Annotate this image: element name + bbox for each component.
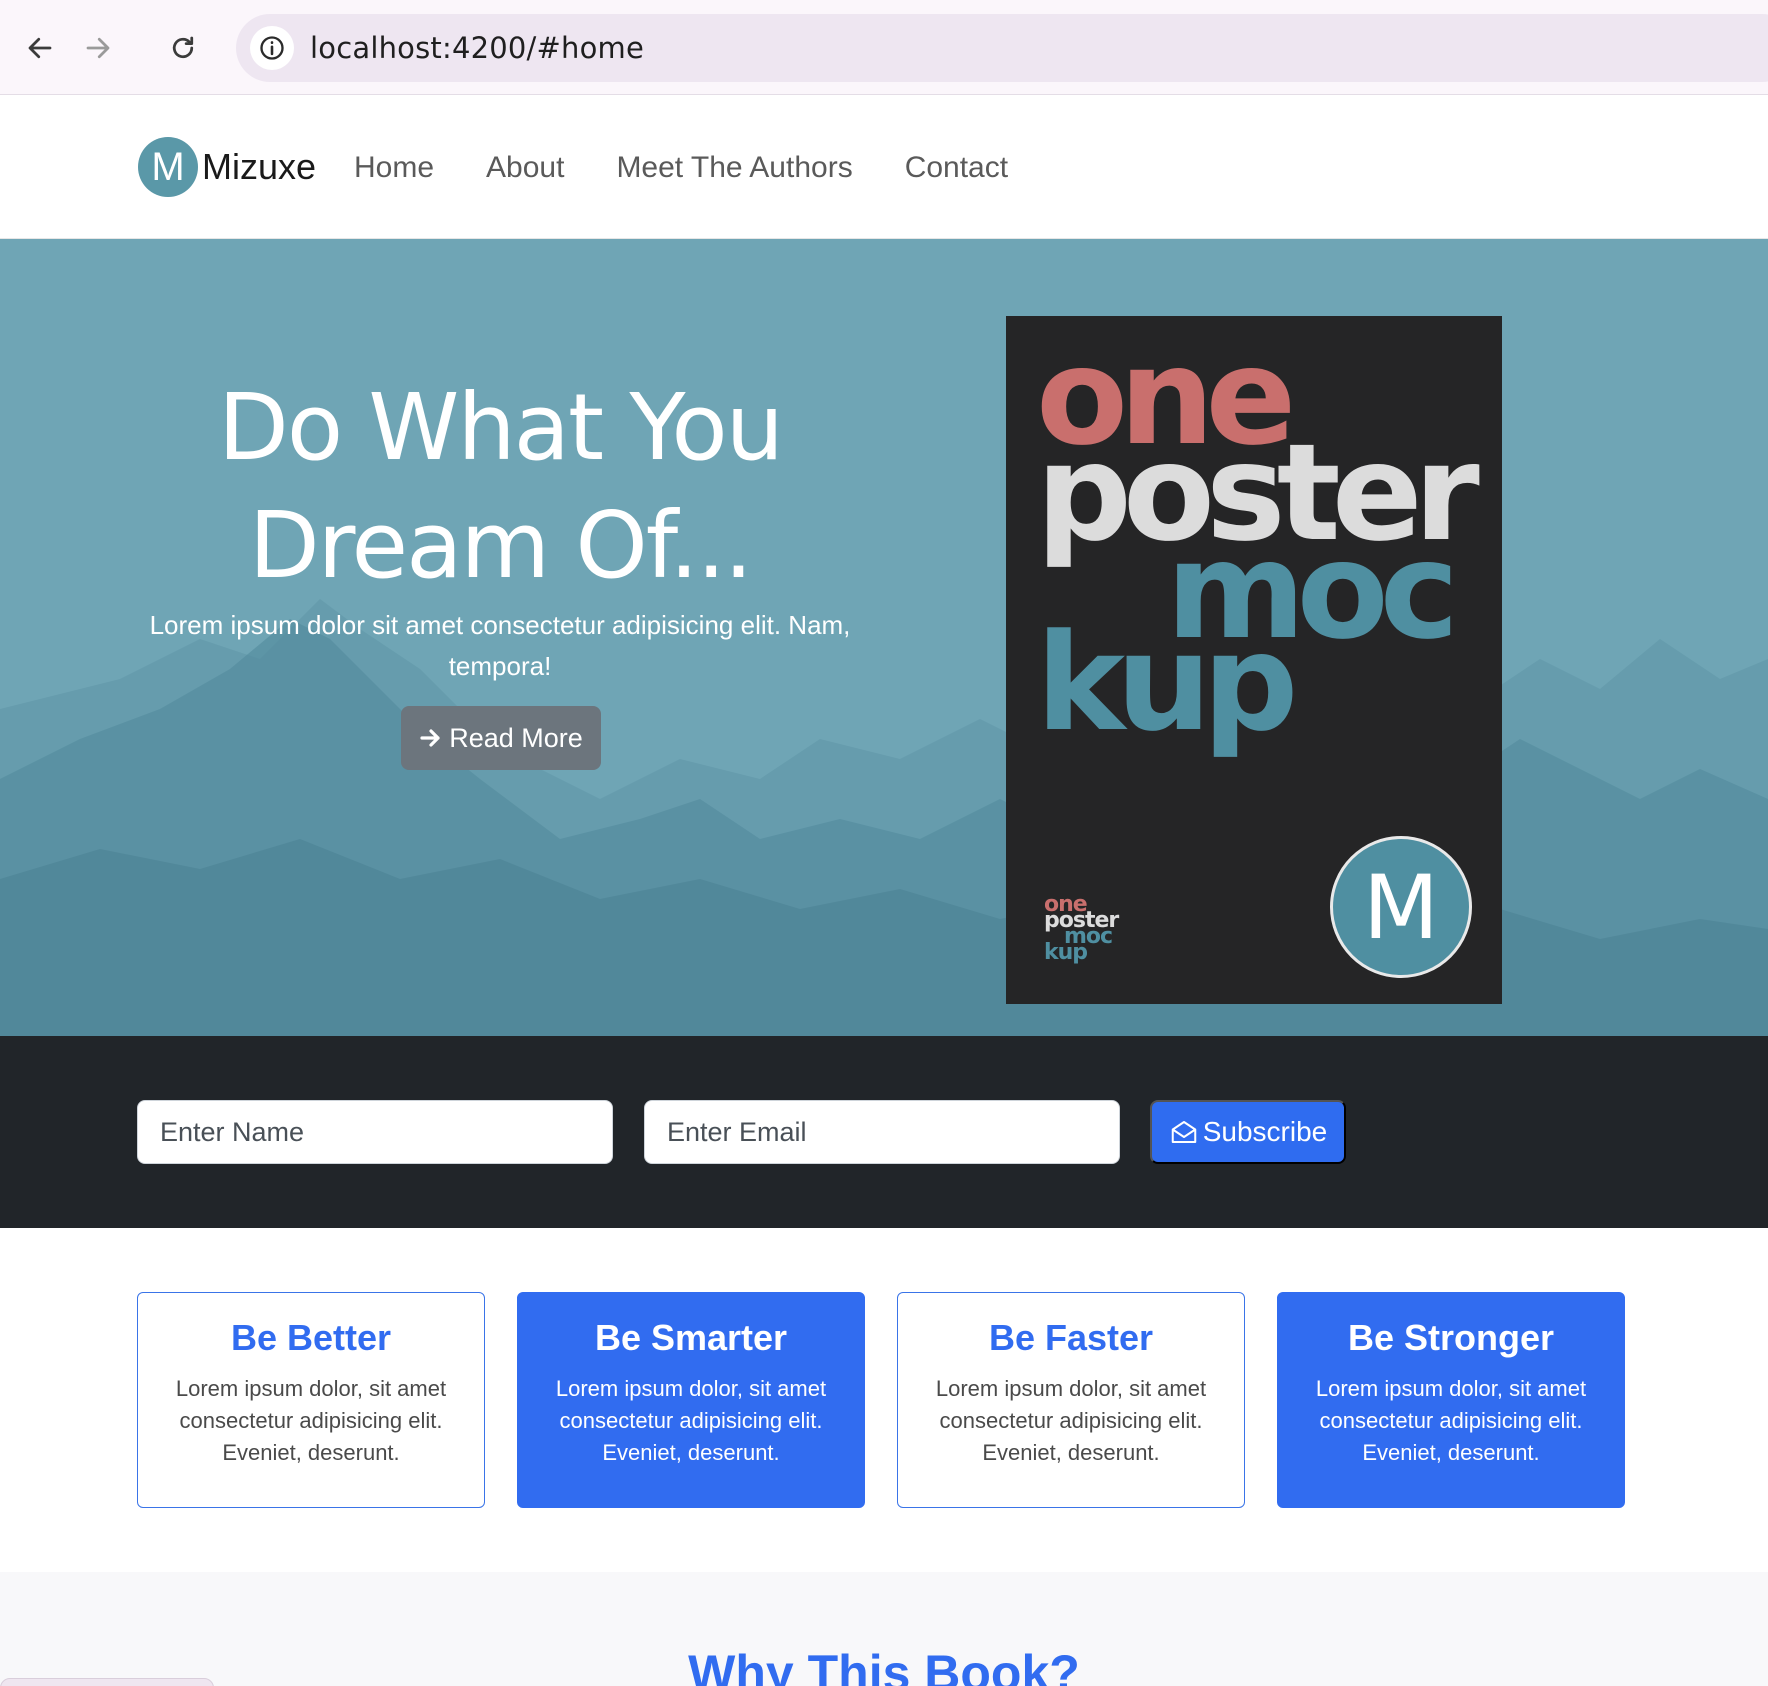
card-text: Lorem ipsum dolor, sit amet consectetur … xyxy=(555,1376,827,1465)
subscribe-button[interactable]: Subscribe xyxy=(1150,1100,1346,1164)
book-poster: one poster moc kup one poster moc kup M xyxy=(1006,316,1502,1004)
name-input[interactable]: Enter Name xyxy=(137,1100,613,1164)
nav-links: Home About Meet The Authors Contact xyxy=(354,151,1060,185)
nav-link-authors[interactable]: Meet The Authors xyxy=(616,151,852,185)
hero-title-line2: Dream Of... xyxy=(248,492,753,599)
hero-subtitle: Lorem ipsum dolor sit amet consectetur a… xyxy=(149,610,851,681)
read-more-label: Read More xyxy=(449,722,583,753)
card-title: Be Smarter xyxy=(594,1317,788,1358)
envelope-open-icon xyxy=(1171,1121,1196,1143)
poster-mini-kup: kup xyxy=(1044,940,1088,965)
info-icon xyxy=(260,36,284,60)
card-title: Be Stronger xyxy=(1347,1317,1555,1358)
nav-link-home[interactable]: Home xyxy=(354,151,434,185)
reload-button[interactable] xyxy=(161,26,205,70)
corner-tab[interactable] xyxy=(0,1678,214,1686)
why-section: Why This Book? xyxy=(0,1572,1768,1686)
subscribe-label: Subscribe xyxy=(1202,1116,1328,1147)
read-more-button[interactable]: Read More xyxy=(401,706,601,770)
arrow-right-icon xyxy=(420,729,440,747)
browser-toolbar: localhost:4200/#home xyxy=(0,0,1768,95)
hero-title-line1: Do What You xyxy=(218,374,784,481)
poster-logo-icon: M xyxy=(1330,836,1472,978)
brand-link[interactable]: M Mizuxe xyxy=(138,137,316,197)
nav-link-contact[interactable]: Contact xyxy=(905,151,1008,185)
feature-card-faster: Be Faster Lorem ipsum dolor, sit amet co… xyxy=(897,1292,1245,1508)
card-title: Be Faster xyxy=(988,1317,1154,1358)
poster-word-kup: kup xyxy=(1036,605,1298,761)
card-text: Lorem ipsum dolor, sit amet consectetur … xyxy=(175,1376,447,1465)
card-title: Be Better xyxy=(230,1317,392,1358)
hero-section: Do What You Dream Of... Lorem ipsum dolo… xyxy=(0,239,1768,1036)
why-title: Why This Book? xyxy=(688,1645,1080,1686)
address-bar[interactable]: localhost:4200/#home xyxy=(236,14,1768,82)
reload-icon xyxy=(172,36,194,59)
brand-logo-icon: M xyxy=(138,137,198,197)
site-info-button[interactable] xyxy=(250,26,294,70)
back-button[interactable] xyxy=(18,26,62,70)
card-text: Lorem ipsum dolor, sit amet consectetur … xyxy=(1315,1376,1587,1465)
subscribe-section: Enter Name Enter Email Subscribe xyxy=(0,1036,1768,1228)
url-text: localhost:4200/#home xyxy=(310,31,645,65)
site-navbar: M Mizuxe Home About Meet The Authors Con… xyxy=(0,95,1768,239)
feature-card-smarter: Be Smarter Lorem ipsum dolor, sit amet c… xyxy=(517,1292,865,1508)
hero-title: Do What You Dream Of... xyxy=(100,369,900,605)
card-text: Lorem ipsum dolor, sit amet consectetur … xyxy=(935,1376,1207,1465)
email-input[interactable]: Enter Email xyxy=(644,1100,1120,1164)
brand-name: Mizuxe xyxy=(202,146,317,187)
feature-card-better: Be Better Lorem ipsum dolor, sit amet co… xyxy=(137,1292,485,1508)
arrow-right-icon xyxy=(86,37,110,59)
feature-card-stronger: Be Stronger Lorem ipsum dolor, sit amet … xyxy=(1277,1292,1625,1508)
forward-button[interactable] xyxy=(76,26,120,70)
nav-link-about[interactable]: About xyxy=(486,151,564,185)
arrow-left-icon xyxy=(28,37,52,59)
